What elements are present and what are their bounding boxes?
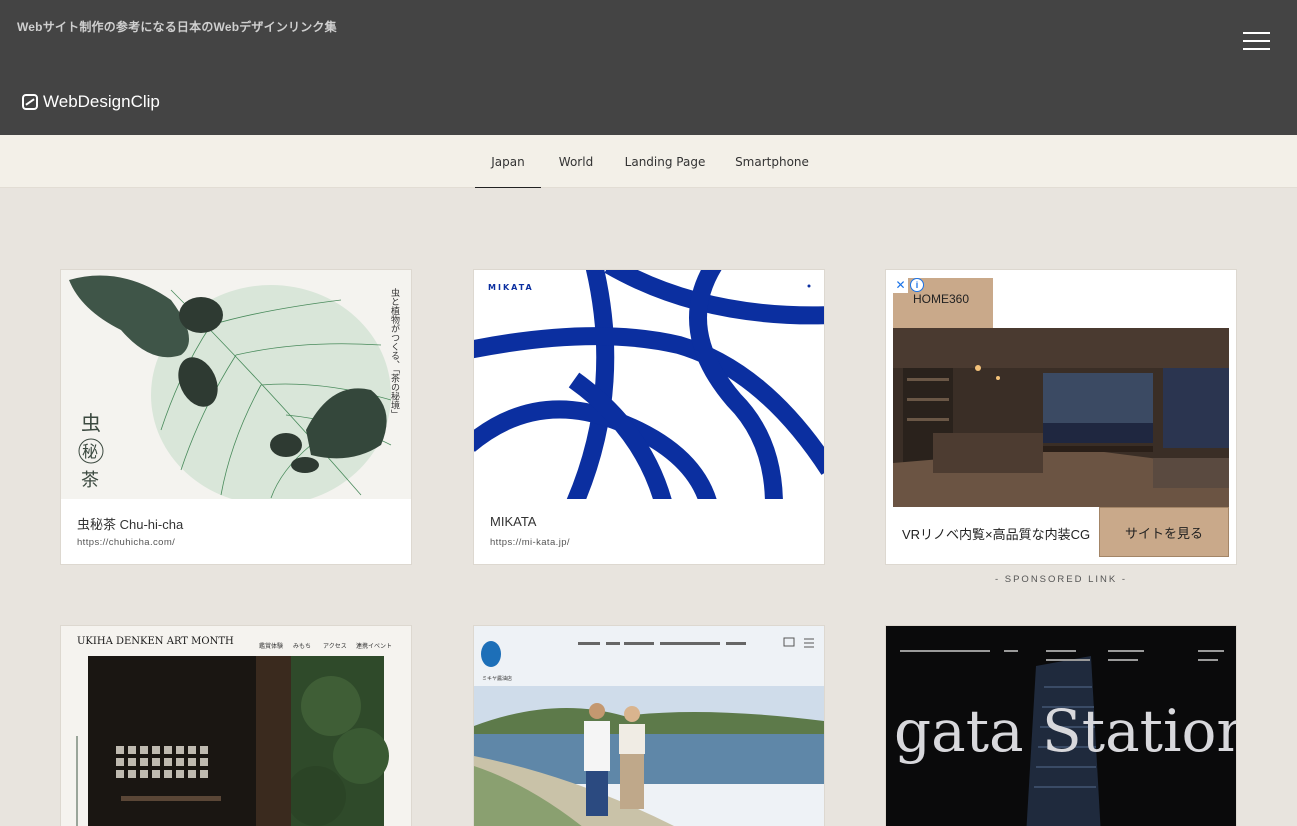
svg-text:みもち: みもち [293,643,311,650]
svg-text:虫: 虫 [81,411,101,435]
site-logo[interactable]: WebDesignClip [22,92,160,112]
logo-icon [22,94,38,110]
tab-smartphone[interactable]: Smartphone [730,135,814,188]
svg-text:鑑賞体験: 鑑賞体験 [259,642,283,650]
svg-text:秘: 秘 [82,442,98,461]
card-url: https://chuhicha.com/ [77,537,176,548]
svg-text:連携イベント: 連携イベント [356,642,392,650]
card-title[interactable]: MIKATA [490,514,536,529]
sponsored-label: - SPONSORED LINK - [994,574,1128,585]
hamburger-menu-icon[interactable] [1243,31,1270,51]
site-card[interactable]: 虫 秘 茶 虫と植物がつくる、「茶の秘境」 虫秘茶 Chu-hi-cha htt… [60,269,412,565]
svg-text:アクセス: アクセス [323,643,347,650]
site-tagline: Webサイト制作の参考になる日本のWebデザインリンク集 [17,20,337,34]
svg-text:茶: 茶 [81,470,99,491]
svg-text:ミキヤ醤油店: ミキヤ醤油店 [482,675,512,682]
thumb-copy: 虫と植物がつくる、「茶の秘境」 [389,287,400,419]
site-thumbnail[interactable]: UKIHA DENKEN ART MONTH 鑑賞体験 みもち アクセス 連携イ… [61,626,411,826]
ad-text[interactable]: VRリノベ内覧×高品質な内装CG [902,524,1090,543]
site-card[interactable]: MIKATA MIKATA https://mi-kata.jp/ [473,269,825,565]
card-url: https://mi-kata.jp/ [490,537,570,548]
site-thumbnail[interactable]: ミキヤ醤油店 [474,626,824,826]
site-thumbnail[interactable]: 虫 秘 茶 虫と植物がつくる、「茶の秘境」 [61,270,411,499]
ad-info-icon[interactable]: i [910,278,924,292]
site-thumbnail[interactable]: MIKATA [474,270,824,499]
ad-close-icon[interactable]: ✕ [893,278,908,293]
tab-world[interactable]: World [552,135,600,188]
ad-image[interactable] [893,328,1229,507]
site-thumbnail[interactable]: gata Station [886,626,1236,826]
card-title[interactable]: 虫秘茶 Chu-hi-cha [77,514,183,533]
logo-text: WebDesignClip [43,92,160,111]
ad-visit-button[interactable]: サイトを見る [1099,507,1229,557]
tab-landing-page[interactable]: Landing Page [620,135,710,188]
thumb-copy: UKIHA DENKEN ART MONTH [77,636,234,647]
thumb-copy: gata Station [894,697,1236,765]
ad-brand[interactable]: HOME360 [893,278,993,328]
site-card[interactable]: UKIHA DENKEN ART MONTH 鑑賞体験 みもち アクセス 連携イ… [60,625,412,826]
tab-japan[interactable]: Japan [475,135,541,188]
site-card[interactable]: gata Station [885,625,1237,826]
thumb-logo: MIKATA [488,283,534,292]
category-nav: Japan World Landing Page Smartphone [0,135,1297,188]
site-header: Webサイト制作の参考になる日本のWebデザインリンク集 WebDesignCl… [0,0,1297,135]
ad-card[interactable]: HOME360 ✕ i VRリノベ内覧×高品質な内装CG サイトを見る [885,269,1237,565]
site-card[interactable]: ミキヤ醤油店 [473,625,825,826]
